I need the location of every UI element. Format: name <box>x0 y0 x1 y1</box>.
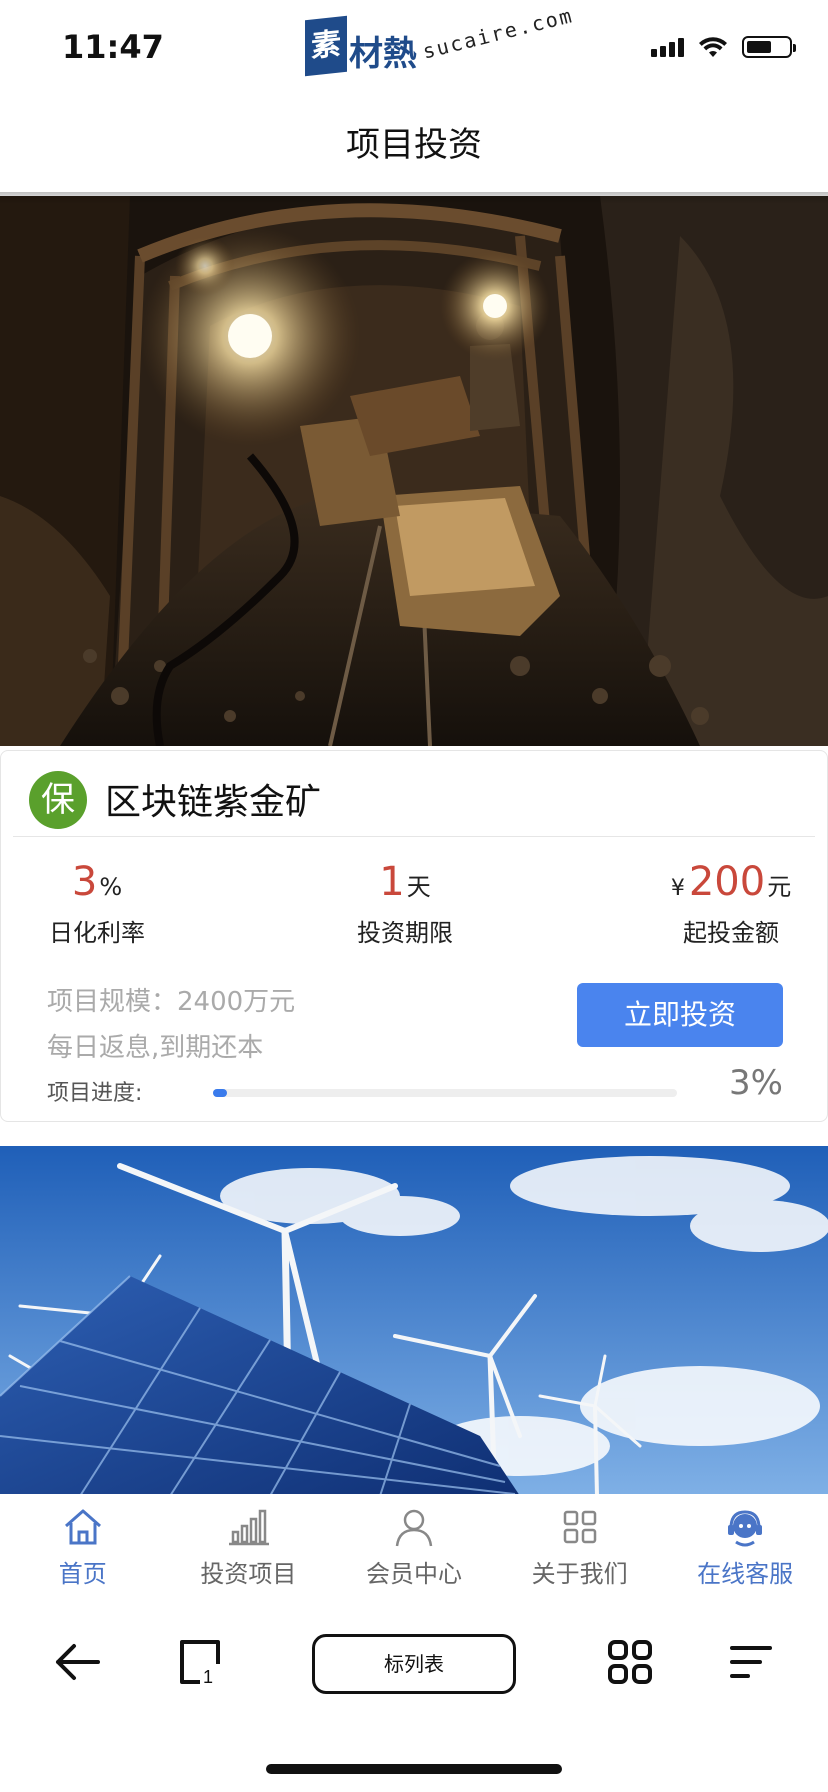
product-title: 区块链紫金矿 <box>105 782 322 823</box>
home-icon <box>64 1509 101 1545</box>
person-icon <box>395 1509 433 1547</box>
progress-bar <box>213 1089 677 1097</box>
tab-label-about-us: 关于我们 <box>531 1560 628 1588</box>
tab-label-member-center: 会员中心 <box>365 1560 462 1588</box>
guarantee-badge: 保 <box>29 771 87 829</box>
term-value: 1 <box>379 859 405 905</box>
browser-toolbar: 1 标列表 <box>0 1594 828 1734</box>
bottom-tab-bar: 首页 投资项目 会员中心 关于我们 在线客服 <box>0 1494 828 1594</box>
invest-now-button[interactable]: 立即投资 <box>577 983 783 1047</box>
grid-icon <box>563 1510 596 1544</box>
progress-bar-fill <box>213 1089 227 1097</box>
metric-min-amount: ¥ 200 元 起投金额 <box>671 859 791 948</box>
term-unit: 天 <box>406 873 431 901</box>
project-scale: 项目规模：2400万元 <box>47 987 296 1017</box>
tab-label-online-service: 在线客服 <box>697 1560 794 1588</box>
tabs-count-icon[interactable]: 1 <box>170 1632 230 1692</box>
home-indicator[interactable] <box>266 1764 562 1774</box>
product-card[interactable]: 保 区块链紫金矿 3 % 日化利率 1 天 投资期限 ¥ 200 元 起投金额 <box>0 750 828 1122</box>
repayment-terms: 每日返息,到期还本 <box>47 1033 264 1063</box>
status-bar: 11:47 素 材熱 sucaire.com <box>0 0 828 100</box>
metric-daily-rate: 3 % 日化利率 <box>47 859 147 948</box>
bar-chart-icon <box>229 1509 270 1546</box>
min-amount-label: 起投金额 <box>683 919 779 947</box>
tab-online-service[interactable]: 在线客服 <box>662 1494 828 1594</box>
wifi-icon <box>699 37 727 57</box>
progress-value: 3% <box>729 1063 783 1103</box>
headset-icon <box>728 1510 763 1547</box>
tab-member-center[interactable]: 会员中心 <box>331 1494 497 1594</box>
min-amount-value: 200 <box>688 859 766 905</box>
daily-rate-unit: % <box>99 873 123 901</box>
status-time: 11:47 <box>62 28 164 66</box>
watermark-en: sucaire.com <box>420 2 576 64</box>
back-arrow-icon[interactable] <box>48 1632 108 1692</box>
menu-grid-icon[interactable] <box>600 1632 660 1692</box>
term-label: 投资期限 <box>357 919 453 947</box>
progress-label: 项目进度: <box>47 1081 143 1106</box>
svg-text:1: 1 <box>203 1667 213 1687</box>
status-icons <box>651 36 796 58</box>
app-page: 11:47 素 材熱 sucaire.com 项目投资 保 区块链紫金矿 3 %… <box>0 0 828 1792</box>
tab-label-investment-projects: 投资项目 <box>200 1560 297 1588</box>
energy-banner-image[interactable] <box>0 1146 828 1496</box>
product-card-header: 保 区块链紫金矿 <box>13 751 815 837</box>
watermark-cn: 材熱 <box>349 34 417 74</box>
tab-label-home: 首页 <box>58 1560 107 1588</box>
nav-header: 项目投资 <box>0 100 828 196</box>
cellular-signal-icon <box>651 37 684 57</box>
tab-home[interactable]: 首页 <box>0 1494 166 1594</box>
min-amount-unit: 元 <box>767 873 792 901</box>
tab-investment-projects[interactable]: 投资项目 <box>166 1494 332 1594</box>
page-title: 项目投资 <box>346 125 482 165</box>
daily-rate-label: 日化利率 <box>49 919 145 947</box>
address-bar[interactable]: 标列表 <box>312 1634 516 1694</box>
mine-banner-image[interactable] <box>0 196 828 746</box>
header-shadow <box>0 192 828 204</box>
more-menu-icon[interactable] <box>722 1632 782 1692</box>
currency-symbol: ¥ <box>670 876 685 901</box>
watermark-box: 素 <box>305 15 347 77</box>
daily-rate-value: 3 <box>71 859 98 905</box>
metric-term: 1 天 投资期限 <box>355 859 455 948</box>
tab-about-us[interactable]: 关于我们 <box>497 1494 663 1594</box>
battery-icon <box>742 36 796 58</box>
